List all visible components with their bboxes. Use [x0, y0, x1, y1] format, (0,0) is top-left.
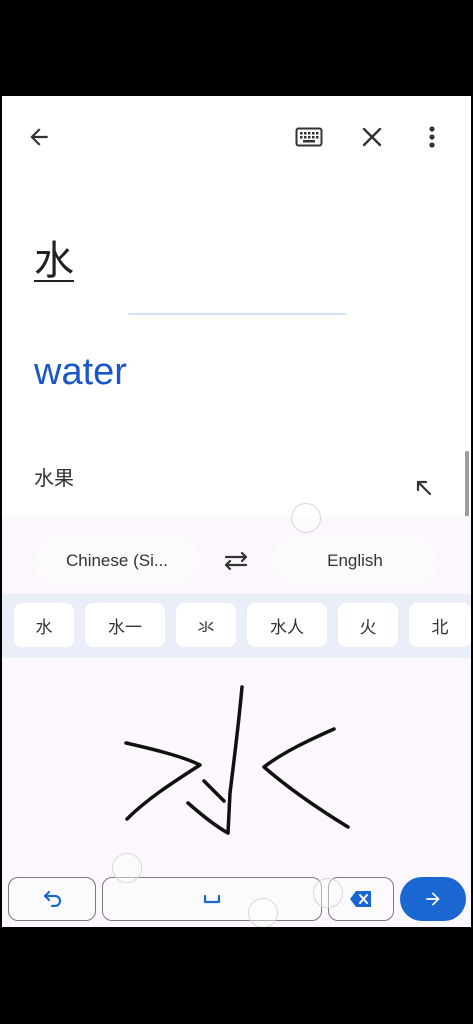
divider: [128, 313, 346, 315]
candidate-item[interactable]: 火: [338, 603, 398, 647]
candidate-item[interactable]: 水: [14, 603, 74, 647]
translation-text: water: [34, 351, 127, 393]
more-vert-icon: [429, 126, 435, 148]
touch-indicator: [291, 503, 321, 533]
keyboard-button[interactable]: [289, 117, 329, 157]
close-icon: [362, 127, 382, 147]
candidate-bar: 水 水一 氺 水人 火 北: [2, 594, 471, 658]
keyboard-icon: [295, 127, 323, 147]
target-language-button[interactable]: English: [272, 536, 438, 586]
candidate-item[interactable]: 氺: [176, 603, 236, 647]
arrow-left-icon: [30, 128, 48, 146]
backspace-icon: [350, 891, 371, 907]
suggestion-text[interactable]: 水果: [34, 462, 74, 491]
touch-indicator: [313, 878, 343, 908]
space-button[interactable]: [102, 877, 322, 921]
candidate-item[interactable]: 水一: [85, 603, 165, 647]
candidate-item[interactable]: 北: [409, 603, 471, 647]
translate-screen: 水 water 水果 Chinese (Si... English 水 水一 氺…: [2, 96, 471, 927]
swap-languages-button[interactable]: [218, 546, 254, 576]
use-suggestion-button[interactable]: [412, 476, 436, 500]
handwriting-canvas[interactable]: [112, 681, 352, 851]
undo-button[interactable]: [8, 877, 96, 921]
source-language-button[interactable]: Chinese (Si...: [34, 536, 200, 586]
arrow-right-icon: [426, 892, 440, 906]
touch-indicator: [248, 898, 278, 927]
source-text[interactable]: 水: [34, 228, 74, 286]
more-options-button[interactable]: [412, 117, 452, 157]
candidate-item[interactable]: 水人: [247, 603, 327, 647]
swap-icon: [224, 551, 248, 571]
scrollbar[interactable]: [465, 451, 469, 519]
bottom-key-row: [2, 877, 471, 923]
space-bar-icon: [203, 894, 221, 904]
translate-go-button[interactable]: [400, 877, 466, 921]
close-button[interactable]: [352, 117, 392, 157]
touch-indicator: [112, 853, 142, 883]
arrow-up-left-icon: [416, 480, 432, 496]
undo-icon: [43, 891, 62, 907]
back-button[interactable]: [19, 117, 59, 157]
